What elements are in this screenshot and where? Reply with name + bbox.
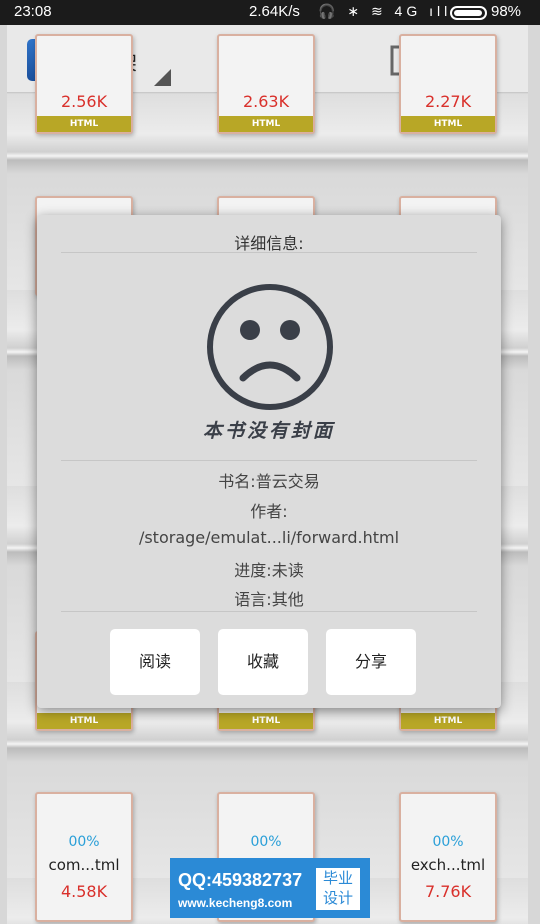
watermark-badge: 毕业 设计 — [316, 868, 360, 910]
book-item[interactable]: 2.56K HTML — [35, 34, 133, 134]
language-info: 语言:其他 — [234, 590, 304, 609]
no-cover-label: 本书没有封面 — [202, 420, 335, 442]
book-progress: 00% — [432, 834, 464, 850]
dropdown-corner-icon[interactable] — [154, 69, 171, 86]
format-badge: HTML — [401, 116, 495, 132]
book-name-info: 书名:普云交易 — [218, 472, 320, 491]
book-item[interactable]: 2.63K HTML — [217, 34, 315, 134]
format-badge: HTML — [37, 116, 131, 132]
author-info: 作者: — [250, 502, 288, 521]
divider — [61, 611, 477, 612]
divider — [61, 460, 477, 461]
book-size: 4.58K — [60, 882, 108, 901]
book-item[interactable]: 2.27K HTML — [399, 34, 497, 134]
format-badge: HTML — [219, 116, 313, 132]
watermark-banner: QQ:459382737 www.kecheng8.com 毕业 设计 — [170, 858, 370, 918]
format-badge: HTML — [401, 713, 495, 729]
sad-face-icon — [207, 284, 333, 410]
share-button[interactable]: 分享 — [326, 629, 416, 695]
favorite-button[interactable]: 收藏 — [218, 629, 308, 695]
format-badge: HTML — [219, 713, 313, 729]
watermark-url: www.kecheng8.com — [178, 896, 293, 910]
watermark-badge-line: 设计 — [322, 890, 353, 907]
book-name: com...tml — [48, 856, 120, 874]
book-size: 2.56K — [60, 92, 108, 111]
book-size: 2.27K — [424, 92, 472, 111]
dialog-title: 详细信息: — [234, 234, 304, 253]
watermark-qq: QQ:459382737 — [178, 870, 303, 890]
network-speed: 2.64K/s — [249, 3, 300, 20]
battery-percent: 98% — [491, 3, 522, 20]
watermark-badge-line: 毕业 — [322, 870, 353, 887]
book-size: 2.63K — [242, 92, 290, 111]
progress-info: 进度:未读 — [234, 561, 304, 580]
book-item[interactable]: 00% com...tml 4.58K — [35, 792, 133, 922]
book-progress: 00% — [68, 834, 100, 850]
status-bar: 23:08 2.64K/s 🎧 ∗ ≋ 4G ıll 98% — [0, 0, 540, 25]
book-item[interactable]: 00% exch...tml 7.76K — [399, 792, 497, 922]
book-size: 7.76K — [424, 882, 472, 901]
divider — [61, 252, 477, 253]
book-name: exch...tml — [410, 856, 486, 874]
file-path-info: /storage/emulat...li/forward.html — [138, 528, 400, 547]
format-badge: HTML — [37, 713, 131, 729]
battery-icon — [450, 6, 487, 20]
status-icons: 🎧 ∗ ≋ 4G ıll — [318, 3, 452, 19]
book-detail-dialog: 详细信息: 本书没有封面 书名:普云交易 作者: /storage/emulat… — [37, 215, 501, 708]
read-button[interactable]: 阅读 — [110, 629, 200, 695]
book-progress: 00% — [250, 834, 282, 850]
status-time: 23:08 — [14, 3, 52, 20]
